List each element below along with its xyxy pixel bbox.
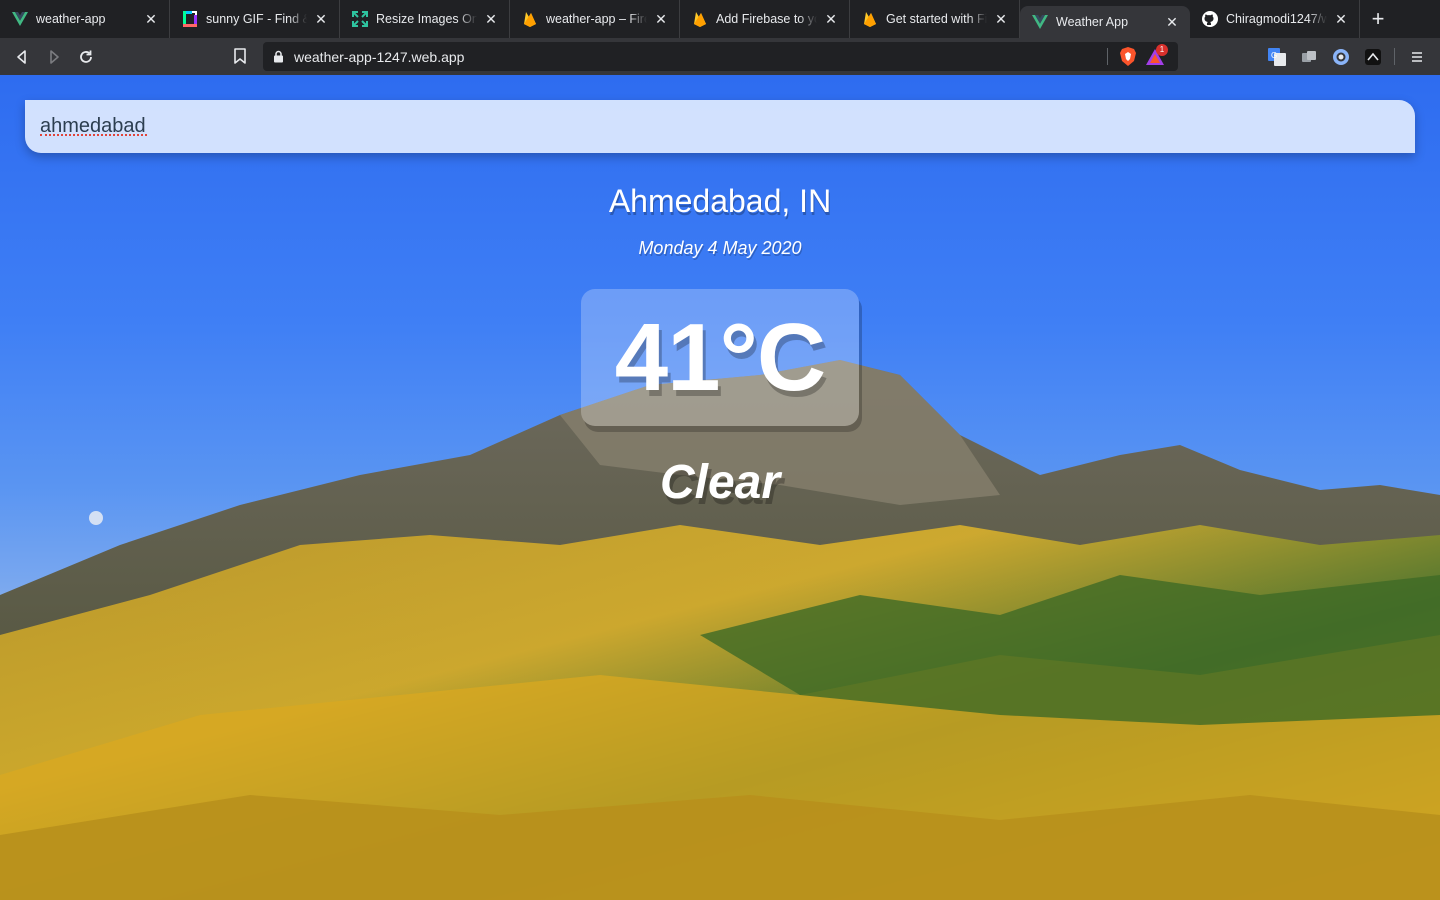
tab-close-icon[interactable]: ✕ — [1164, 14, 1180, 30]
tab-close-icon[interactable]: ✕ — [653, 11, 669, 27]
new-tab-button[interactable]: + — [1360, 0, 1396, 38]
toolbar-divider — [1394, 48, 1395, 65]
brave-shield-icon[interactable] — [1120, 47, 1136, 69]
github-icon — [1202, 11, 1218, 27]
browser-tab[interactable]: Add Firebase to your JavaScript project … — [680, 0, 850, 38]
firebase-icon — [522, 11, 538, 27]
tab-strip: weather-app ✕ sunny GIF - Find & Share o… — [0, 0, 1440, 38]
tab-close-icon[interactable]: ✕ — [313, 11, 329, 27]
forward-arrow-icon — [50, 49, 59, 64]
tab-title: weather-app – Firebase console — [546, 12, 647, 26]
tab-close-icon[interactable]: ✕ — [483, 11, 499, 27]
browser-tab[interactable]: Resize Images Online ✕ — [340, 0, 510, 38]
back-button[interactable] — [6, 41, 38, 73]
tab-title: Get started with Firebase Hosting — [886, 12, 987, 26]
address-bar[interactable]: weather-app-1247.web.app 1 — [263, 42, 1178, 71]
vue-logo-icon — [1032, 14, 1048, 30]
tab-title: Weather App — [1056, 15, 1129, 29]
omnibox-divider — [1107, 48, 1108, 65]
temperature-box: 41°C — [581, 289, 859, 426]
extension-icon[interactable] — [1298, 46, 1320, 68]
firebase-icon — [692, 11, 708, 27]
menu-icon[interactable] — [1406, 46, 1428, 68]
browser-tab-active[interactable]: Weather App ✕ — [1020, 6, 1190, 38]
rewards-badge: 1 — [1156, 44, 1168, 56]
tab-title: Resize Images Online — [376, 12, 477, 26]
lock-icon — [273, 50, 284, 63]
search-box[interactable] — [25, 100, 1415, 153]
giphy-icon — [182, 11, 198, 27]
reload-button[interactable] — [70, 41, 102, 73]
tab-close-icon[interactable]: ✕ — [143, 11, 159, 27]
weather-app-page: Ahmedabad, IN Monday 4 May 2020 41°C Cle… — [0, 75, 1440, 900]
resize-icon — [352, 11, 368, 27]
browser-tab[interactable]: sunny GIF - Find & Share on GIPHY ✕ — [170, 0, 340, 38]
browser-tab[interactable]: Get started with Firebase Hosting ✕ — [850, 0, 1020, 38]
brave-rewards-icon[interactable]: 1 — [1146, 44, 1170, 66]
firebase-icon — [862, 11, 878, 27]
search-input[interactable] — [40, 100, 1415, 153]
temperature-value: 41°C — [614, 303, 826, 411]
spellcheck-underline — [40, 134, 147, 136]
tab-title: weather-app — [36, 12, 106, 26]
bookmark-button[interactable] — [224, 40, 256, 72]
forward-button[interactable] — [38, 41, 70, 73]
svg-text:G: G — [1271, 51, 1277, 60]
tab-close-icon[interactable]: ✕ — [993, 11, 1009, 27]
current-date: Monday 4 May 2020 — [638, 238, 802, 258]
dark-reader-icon[interactable] — [1362, 46, 1384, 68]
tab-close-icon[interactable]: ✕ — [823, 11, 839, 27]
tab-title: sunny GIF - Find & Share on GIPHY — [206, 12, 307, 26]
tab-title: Add Firebase to your JavaScript project — [716, 12, 817, 26]
browser-tab[interactable]: Chiragmodi1247/weather-app ✕ — [1190, 0, 1360, 38]
vue-logo-icon — [12, 11, 28, 27]
browser-toolbar: weather-app-1247.web.app 1 G — [0, 38, 1440, 75]
back-arrow-icon — [17, 49, 26, 64]
browser-tab[interactable]: weather-app – Firebase console ✕ — [510, 0, 680, 38]
location-name: Ahmedabad, IN — [608, 183, 832, 219]
tab-close-icon[interactable]: ✕ — [1333, 11, 1349, 27]
google-translate-icon[interactable]: G — [1266, 46, 1288, 68]
url-text: weather-app-1247.web.app — [294, 48, 465, 65]
reload-icon — [80, 50, 92, 63]
tab-title: Chiragmodi1247/weather-app — [1226, 12, 1327, 26]
weather-condition: Clear — [659, 456, 781, 509]
circle-extension-icon[interactable] — [1330, 46, 1352, 68]
browser-tab[interactable]: weather-app ✕ — [0, 0, 170, 38]
bookmark-icon — [234, 48, 246, 64]
